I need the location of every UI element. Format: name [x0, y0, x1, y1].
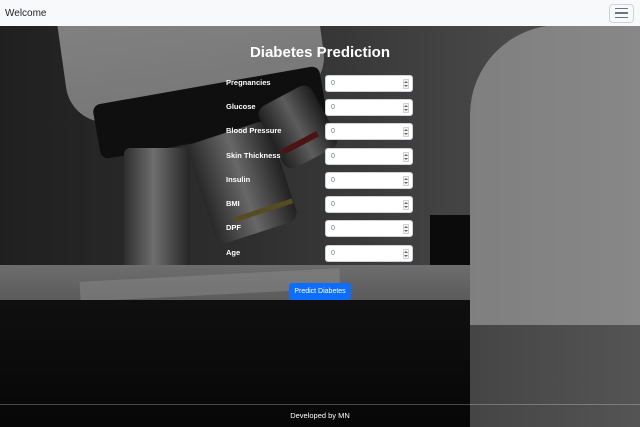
field-label: Age: [226, 248, 241, 257]
field-label: Pregnancies: [226, 78, 271, 87]
hamburger-menu-icon: [615, 7, 628, 19]
bmi-input[interactable]: 0: [325, 196, 413, 213]
field-row-age: Age 0: [226, 245, 416, 262]
predict-diabetes-button[interactable]: Predict Diabetes: [289, 283, 351, 300]
spinner-arrows-icon[interactable]: [403, 249, 409, 259]
spinner-arrows-icon[interactable]: [403, 79, 409, 89]
spinner-arrows-icon[interactable]: [403, 127, 409, 137]
input-value: 0: [331, 177, 335, 184]
skin-thickness-input[interactable]: 0: [325, 148, 413, 165]
field-label: BMI: [226, 199, 240, 208]
navbar: Welcome: [0, 0, 640, 26]
input-value: 0: [331, 80, 335, 87]
age-input[interactable]: 0: [325, 245, 413, 262]
field-label: DPF: [226, 223, 241, 232]
pregnancies-input[interactable]: 0: [325, 75, 413, 92]
insulin-input[interactable]: 0: [325, 172, 413, 189]
field-row-bmi: BMI 0: [226, 196, 416, 213]
field-label: Blood Pressure: [226, 126, 282, 135]
spinner-arrows-icon[interactable]: [403, 224, 409, 234]
navbar-brand[interactable]: Welcome: [5, 8, 47, 19]
field-label: Insulin: [226, 175, 251, 184]
field-row-pregnancies: Pregnancies 0: [226, 75, 416, 92]
input-value: 0: [331, 128, 335, 135]
spinner-arrows-icon[interactable]: [403, 176, 409, 186]
page-title: Diabetes Prediction: [249, 44, 391, 61]
dpf-input[interactable]: 0: [325, 220, 413, 237]
background-overlay: [0, 0, 640, 427]
spinner-arrows-icon[interactable]: [403, 103, 409, 113]
field-row-skin-thickness: Skin Thickness 0: [226, 148, 416, 165]
blood-pressure-input[interactable]: 0: [325, 123, 413, 140]
glucose-input[interactable]: 0: [325, 99, 413, 116]
field-row-glucose: Glucose 0: [226, 99, 416, 116]
input-value: 0: [331, 201, 335, 208]
field-row-dpf: DPF 0: [226, 220, 416, 237]
field-row-blood-pressure: Blood Pressure 0: [226, 123, 416, 140]
input-value: 0: [331, 153, 335, 160]
input-value: 0: [331, 250, 335, 257]
spinner-arrows-icon[interactable]: [403, 152, 409, 162]
spinner-arrows-icon[interactable]: [403, 200, 409, 210]
navbar-toggler-button[interactable]: [609, 3, 634, 23]
footer-divider: [0, 404, 640, 405]
field-row-insulin: Insulin 0: [226, 172, 416, 189]
field-label: Glucose: [226, 102, 256, 111]
input-value: 0: [331, 225, 335, 232]
footer-text: Developed by MN: [290, 411, 350, 420]
input-value: 0: [331, 104, 335, 111]
field-label: Skin Thickness: [226, 151, 281, 160]
